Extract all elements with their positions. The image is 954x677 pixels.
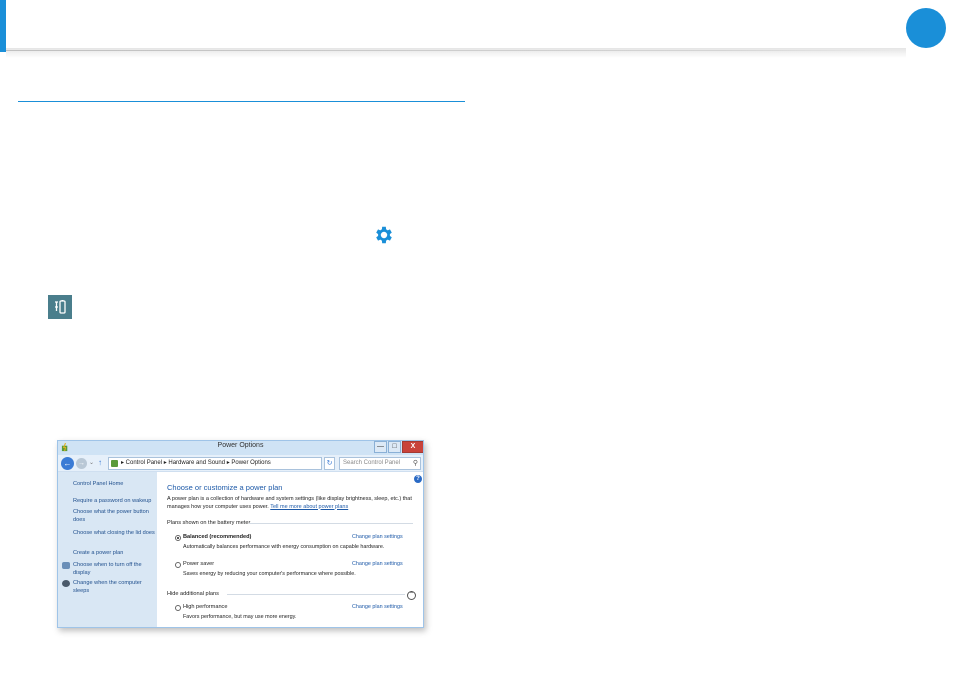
learn-more-link[interactable]: Tell me more about power plans <box>270 504 348 510</box>
change-plan-settings-balanced-link[interactable]: Change plan settings <box>352 534 403 540</box>
radio-high-performance[interactable] <box>175 605 181 611</box>
group-label-battery-meter: Plans shown on the battery meter <box>167 520 251 526</box>
address-bar[interactable]: ▸ Control Panel ▸ Hardware and Sound ▸ P… <box>108 457 322 470</box>
page-title: Choose or customize a power plan <box>167 483 283 492</box>
change-plan-settings-power-saver-link[interactable]: Change plan settings <box>352 561 403 567</box>
search-input[interactable]: Search Control Panel ⚲ <box>339 457 421 470</box>
address-bar-row: ← → ⌄ ↑ ▸ Control Panel ▸ Hardware and S… <box>58 455 423 472</box>
group-divider <box>249 523 413 524</box>
radio-balanced[interactable] <box>175 535 181 541</box>
sidebar-item-closing-lid[interactable]: Choose what closing the lid does <box>73 530 155 538</box>
minimize-button[interactable]: — <box>374 441 387 453</box>
forward-arrow-icon[interactable]: → <box>76 458 87 469</box>
change-plan-settings-high-performance-link[interactable]: Change plan settings <box>352 604 403 610</box>
recent-pages-chevron-icon[interactable]: ⌄ <box>89 459 94 466</box>
refresh-icon[interactable]: ↻ <box>324 457 335 470</box>
plan-name-high-performance[interactable]: High performance <box>183 604 227 610</box>
power-options-window: Power Options — □ X ← → ⌄ ↑ ▸ Control Pa… <box>57 440 424 628</box>
sidebar-item-create-plan[interactable]: Create a power plan <box>73 550 155 558</box>
plan-desc-balanced: Automatically balances performance with … <box>183 544 385 550</box>
header-shadow <box>6 48 906 58</box>
gear-icon <box>376 226 392 244</box>
collapse-chevron-icon[interactable]: ⌃ <box>407 591 416 600</box>
plan-name-power-saver[interactable]: Power saver <box>183 561 214 567</box>
chapter-badge <box>906 8 946 48</box>
radio-power-saver[interactable] <box>175 562 181 568</box>
sidebar-item-computer-sleeps[interactable]: Change when the computer sleeps <box>73 580 155 595</box>
sidebar-item-turn-off-display[interactable]: Choose when to turn off the display <box>73 562 155 577</box>
sidebar-item-require-password[interactable]: Require a password on wakeup <box>73 498 155 506</box>
display-icon <box>62 562 70 569</box>
sleep-icon <box>62 580 70 587</box>
battery-power-icon <box>48 295 72 319</box>
window-title: Power Options <box>217 442 264 449</box>
control-panel-icon <box>111 460 118 467</box>
maximize-button[interactable]: □ <box>388 441 401 453</box>
plan-desc-high-performance: Favors performance, but may use more ene… <box>183 614 297 620</box>
section-divider <box>18 101 465 102</box>
group-label-hide-plans[interactable]: Hide additional plans <box>167 591 219 597</box>
sidebar: Control Panel Home Require a password on… <box>58 472 157 627</box>
search-icon[interactable]: ⚲ <box>413 458 418 469</box>
back-arrow-icon[interactable]: ← <box>61 457 74 470</box>
group-divider-hidden <box>227 594 405 595</box>
header-accent-bar <box>0 0 6 52</box>
sidebar-item-control-panel-home[interactable]: Control Panel Home <box>73 481 155 489</box>
breadcrumb[interactable]: ▸ Control Panel ▸ Hardware and Sound ▸ P… <box>121 460 271 466</box>
window-titlebar: Power Options — □ X <box>58 441 423 455</box>
search-placeholder: Search Control Panel <box>343 460 401 466</box>
help-icon[interactable]: ? <box>414 475 422 483</box>
page-description: A power plan is a collection of hardware… <box>167 496 419 511</box>
up-arrow-icon[interactable]: ↑ <box>98 458 102 467</box>
plan-desc-power-saver: Saves energy by reducing your computer's… <box>183 571 356 577</box>
main-content: ? Choose or customize a power plan A pow… <box>157 472 423 627</box>
plan-name-balanced[interactable]: Balanced (recommended) <box>183 534 251 540</box>
close-button[interactable]: X <box>402 441 423 453</box>
manual-page: Power Options — □ X ← → ⌄ ↑ ▸ Control Pa… <box>0 0 954 677</box>
sidebar-item-power-button[interactable]: Choose what the power button does <box>73 509 155 524</box>
